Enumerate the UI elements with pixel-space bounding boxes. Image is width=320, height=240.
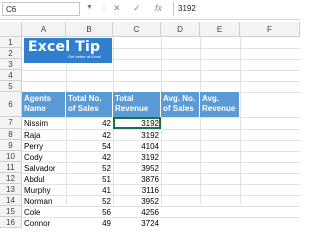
column-header-a[interactable]: A (22, 22, 66, 37)
table-cell[interactable]: 52 (66, 163, 113, 174)
row-header-16[interactable]: 16 (0, 217, 22, 228)
agent-name-cell[interactable]: Abdul (22, 174, 66, 185)
table-cell[interactable]: 3724 (113, 218, 161, 229)
table-cell[interactable] (161, 152, 200, 163)
row-header-1[interactable]: 1 (0, 37, 22, 48)
table-cell[interactable]: 4104 (113, 141, 161, 152)
row-header-8[interactable]: 8 (0, 129, 22, 140)
table-cell[interactable] (200, 218, 240, 229)
table-cell[interactable]: 4256 (113, 207, 161, 218)
table-cell[interactable] (161, 130, 200, 141)
table-cell[interactable] (200, 118, 240, 130)
row-header-4[interactable]: 4 (0, 70, 22, 81)
agent-name-cell[interactable]: Norman (22, 196, 66, 207)
table-cell[interactable] (161, 118, 200, 130)
table-cell[interactable]: 3192 (113, 118, 161, 130)
function-icon[interactable]: fx (155, 3, 162, 13)
agent-name-cell[interactable]: Connor (22, 218, 66, 229)
agent-name-cell[interactable]: Perry (22, 141, 66, 152)
row-header-11[interactable]: 11 (0, 162, 22, 173)
table-header-cell[interactable]: Total Revenue (113, 92, 161, 117)
gridline-horizontal (22, 81, 300, 82)
table-cell[interactable]: 56 (66, 207, 113, 218)
table-cell[interactable] (200, 196, 240, 207)
table-cell[interactable] (200, 207, 240, 218)
table-cell[interactable]: 3952 (113, 196, 161, 207)
spreadsheet-grid: ABCDEF 1 2 3 4 5 6 7 8 9 10 11 12 13 14 15 16 Excel Tip… (0, 22, 300, 228)
separator: ⋮ (100, 4, 108, 13)
table-cell[interactable] (200, 163, 240, 174)
cancel-icon[interactable]: ✕ (113, 3, 121, 14)
table-cell[interactable] (200, 174, 240, 185)
row-header-14[interactable]: 14 (0, 195, 22, 206)
column-header-c[interactable]: C (113, 22, 161, 37)
table-cell[interactable]: 52 (66, 196, 113, 207)
row-header-12[interactable]: 12 (0, 173, 22, 184)
table-cell[interactable] (200, 185, 240, 196)
row-header-3[interactable]: 3 (0, 59, 22, 70)
table-cell[interactable] (200, 130, 240, 141)
table-header-cell[interactable]: Agents Name (22, 92, 66, 117)
column-header-d[interactable]: D (161, 22, 200, 37)
name-box[interactable]: C6 (2, 2, 80, 16)
table-cell[interactable]: 54 (66, 141, 113, 152)
table-header-cell[interactable]: Avg. No. of Sales (161, 92, 200, 117)
gridline-horizontal (22, 70, 300, 71)
row-header-5[interactable]: 5 (0, 81, 22, 92)
table-cell[interactable]: 41 (66, 185, 113, 196)
table-cell[interactable]: 51 (66, 174, 113, 185)
row-header-6[interactable]: 6 (0, 92, 22, 117)
row-header-2[interactable]: 2 (0, 48, 22, 59)
table-cell[interactable] (200, 152, 240, 163)
table-cell[interactable]: 3116 (113, 185, 161, 196)
row-header-10[interactable]: 10 (0, 151, 22, 162)
agent-name-cell[interactable]: Cole (22, 207, 66, 218)
excel-tip-logo: Excel Tip Get better at Excel (24, 38, 112, 63)
table-header-cell[interactable]: Avg. Revenue (200, 92, 240, 117)
agent-name-cell[interactable]: Murphy (22, 185, 66, 196)
formula-input[interactable]: 3192 (173, 2, 298, 16)
table-cell[interactable]: 3192 (113, 152, 161, 163)
table-cell[interactable] (161, 185, 200, 196)
table-cell[interactable]: 3192 (113, 130, 161, 141)
table-cell[interactable] (161, 207, 200, 218)
agent-name-cell[interactable]: Nissim (22, 118, 66, 130)
logo-tagline: Get better at Excel (68, 54, 102, 59)
table-cell[interactable]: 42 (66, 152, 113, 163)
column-header-e[interactable]: E (200, 22, 240, 37)
agent-name-cell[interactable]: Salvador (22, 163, 66, 174)
table-cell[interactable]: 42 (66, 130, 113, 141)
select-all-corner[interactable] (0, 22, 22, 37)
row-header-13[interactable]: 13 (0, 184, 22, 195)
table-cell[interactable] (200, 141, 240, 152)
enter-icon[interactable]: ✓ (133, 3, 141, 14)
table-cell[interactable] (161, 196, 200, 207)
row-header-15[interactable]: 15 (0, 206, 22, 217)
gridline-vertical (240, 37, 241, 204)
agent-name-cell[interactable]: Cody (22, 152, 66, 163)
table-cell[interactable] (161, 218, 200, 229)
row-header-9[interactable]: 9 (0, 140, 22, 151)
table-cell[interactable] (161, 163, 200, 174)
table-cell[interactable]: 42 (66, 118, 113, 130)
column-header-b[interactable]: B (66, 22, 113, 37)
table-cell[interactable] (161, 174, 200, 185)
table-header-cell[interactable]: Total No. of Sales (66, 92, 113, 117)
table-cell[interactable] (161, 141, 200, 152)
table-cell[interactable]: 3952 (113, 163, 161, 174)
agent-name-cell[interactable]: Raja (22, 130, 66, 141)
table-cell[interactable]: 49 (66, 218, 113, 229)
table-cell[interactable]: 3876 (113, 174, 161, 185)
row-header-7[interactable]: 7 (0, 117, 22, 129)
formula-bar: C6 ▼ ⋮ ✕ ✓ fx 3192 (0, 0, 300, 20)
column-header-f[interactable]: F (240, 22, 300, 37)
chevron-down-icon[interactable]: ▼ (86, 4, 93, 11)
logo-text: Excel Tip (28, 39, 101, 55)
